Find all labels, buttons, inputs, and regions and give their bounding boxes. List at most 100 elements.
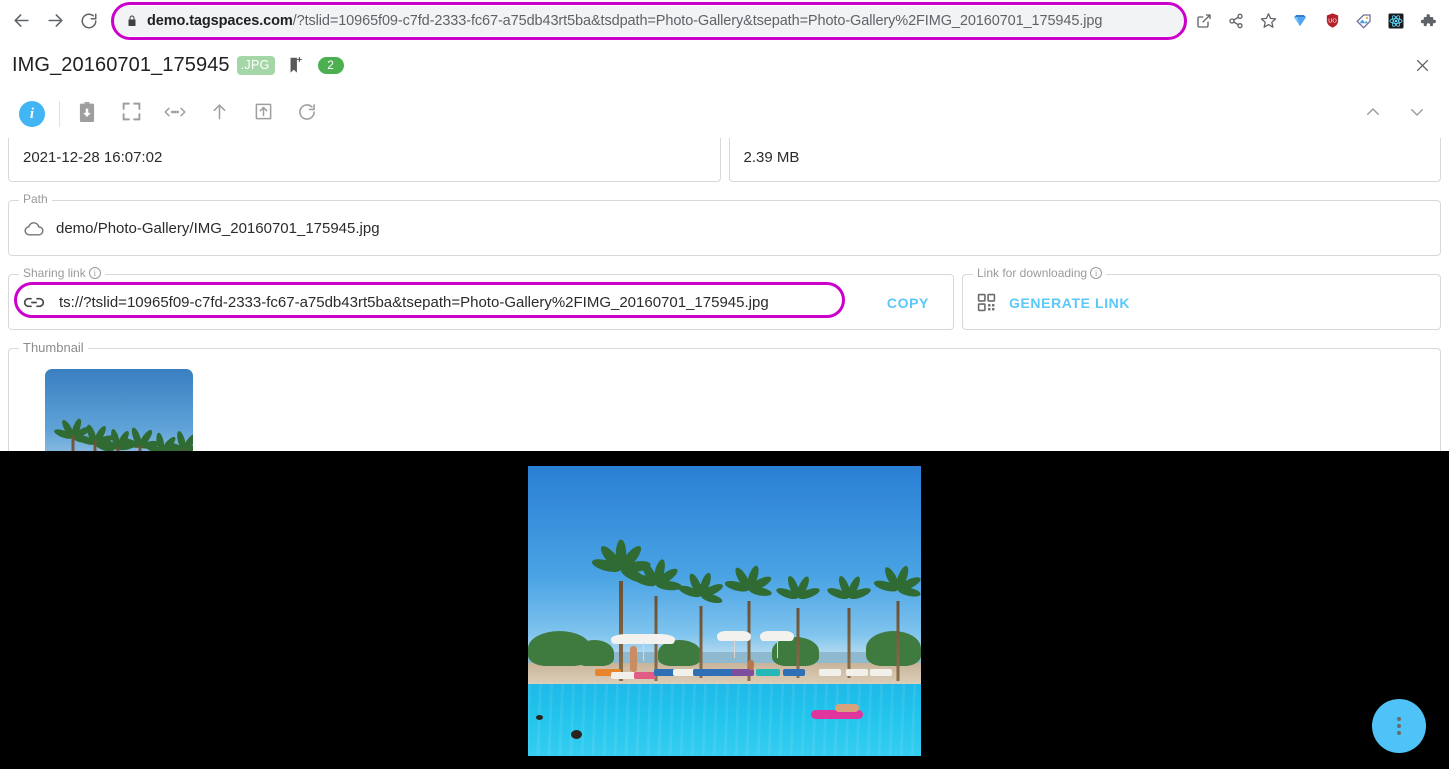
path-legend: Path xyxy=(19,193,52,205)
thumbnail-scene xyxy=(45,369,193,451)
three-dots-vertical-icon xyxy=(1397,717,1401,735)
download-link-legend-text: Link for downloading xyxy=(977,266,1088,280)
more-options-fab[interactable] xyxy=(1372,699,1426,753)
bookmark-star-icon[interactable] xyxy=(1252,5,1284,37)
previous-file-button[interactable] xyxy=(1351,94,1395,134)
photo-scene xyxy=(528,466,921,756)
forward-button[interactable] xyxy=(38,4,72,38)
file-properties-panel: 2021-12-28 16:07:02 2.39 MB Path demo/Ph… xyxy=(0,138,1449,451)
modified-date-field[interactable]: 2021-12-28 16:07:02 xyxy=(8,138,721,182)
close-icon[interactable] xyxy=(1407,50,1437,80)
file-properties-info-button[interactable]: i xyxy=(10,94,54,134)
url-domain: demo.tagspaces.com xyxy=(147,12,293,29)
add-bookmark-icon[interactable] xyxy=(287,56,304,75)
lock-icon xyxy=(126,14,138,28)
download-link-legend: Link for downloading i xyxy=(973,266,1107,280)
palm-tree xyxy=(825,575,872,678)
info-outline-icon[interactable]: i xyxy=(1090,267,1103,279)
file-size-value: 2.39 MB xyxy=(743,148,800,166)
path-row: Path demo/Photo-Gallery/IMG_20160701_175… xyxy=(0,193,1449,256)
open-external-box-icon xyxy=(254,102,273,126)
file-extension-badge: .JPG xyxy=(236,55,275,75)
reload-file-button[interactable] xyxy=(285,94,329,134)
open-parent-folder-button[interactable] xyxy=(197,94,241,134)
thumbnail-image[interactable] xyxy=(45,369,193,451)
next-file-button[interactable] xyxy=(1395,94,1439,134)
expand-fullscreen-icon xyxy=(121,101,142,127)
path-value: demo/Photo-Gallery/IMG_20160701_175945.j… xyxy=(56,220,380,237)
file-size-field[interactable]: 2.39 MB xyxy=(728,138,1441,182)
reload-circular-arrow-icon xyxy=(297,102,317,127)
sun-lounger xyxy=(693,669,716,676)
tag-count-chip[interactable]: 2 xyxy=(317,56,348,74)
qr-code-icon xyxy=(977,293,996,312)
person-swimming xyxy=(571,729,583,739)
file-toolbar: i xyxy=(0,90,1449,138)
palm-tree xyxy=(630,558,683,681)
sharing-link-legend-text: Sharing link xyxy=(23,266,86,280)
person-on-float xyxy=(834,703,859,712)
svg-text:UO: UO xyxy=(1328,18,1337,24)
browser-toolbar: demo.tagspaces.com/?tslid=10965f09-c7fd-… xyxy=(0,0,1449,41)
reload-icon xyxy=(80,12,98,30)
palm-tree xyxy=(677,571,725,678)
gem-extension-icon[interactable] xyxy=(1284,5,1316,37)
share-icon[interactable] xyxy=(1220,5,1252,37)
open-in-new-icon[interactable] xyxy=(1188,5,1220,37)
sun-lounger xyxy=(818,669,841,676)
fullscreen-button[interactable] xyxy=(109,94,153,134)
tag-count-label: 2 xyxy=(327,58,334,72)
sun-lounger xyxy=(783,669,806,676)
sun-lounger xyxy=(732,669,755,676)
puzzle-extensions-icon[interactable] xyxy=(1412,5,1444,37)
sun-umbrella xyxy=(716,631,751,659)
sun-lounger xyxy=(634,671,657,679)
person-standing xyxy=(630,645,638,672)
shield-blocker-extension-icon[interactable]: UO xyxy=(1316,5,1348,37)
forward-arrow-icon xyxy=(46,11,65,30)
back-button[interactable] xyxy=(4,4,38,38)
sharing-link-input-wrap: ts://?tslid=10965f09-c7fd-2333-fc67-a75d… xyxy=(14,281,939,318)
links-row: Sharing link i ts://?tslid=10965f09-c7fd… xyxy=(0,267,1449,330)
tag-extension-icon[interactable] xyxy=(1348,5,1380,37)
chevron-down-icon xyxy=(1408,103,1426,126)
save-file-button[interactable] xyxy=(65,94,109,134)
side-panel-icon[interactable] xyxy=(1444,5,1449,37)
thumbnail-legend: Thumbnail xyxy=(19,341,88,354)
page-title: IMG_20160701_175945 xyxy=(12,53,230,76)
address-bar[interactable]: demo.tagspaces.com/?tslid=10965f09-c7fd-… xyxy=(111,1,1187,40)
open-properties-button[interactable] xyxy=(153,94,197,134)
toolbar-divider xyxy=(59,101,60,127)
pool-water xyxy=(528,683,921,756)
cloud-icon xyxy=(23,221,45,237)
code-angle-brackets-icon xyxy=(163,104,187,125)
react-devtools-extension-icon[interactable] xyxy=(1380,5,1412,37)
chevron-up-icon xyxy=(1364,103,1382,126)
save-clipboard-icon xyxy=(77,101,97,128)
sun-lounger xyxy=(846,669,869,676)
sharing-link-field[interactable]: Sharing link i ts://?tslid=10965f09-c7fd… xyxy=(8,267,954,330)
sun-lounger xyxy=(869,669,892,676)
file-header: IMG_20160701_175945 .JPG 2 xyxy=(0,41,1449,89)
sun-umbrella xyxy=(759,631,794,659)
back-arrow-icon xyxy=(12,11,31,30)
sharing-link-legend: Sharing link i xyxy=(19,267,105,279)
arrow-up-icon xyxy=(210,101,229,127)
main-photo[interactable] xyxy=(528,466,921,756)
modified-date-value: 2021-12-28 16:07:02 xyxy=(23,148,163,166)
browser-action-icons: UO xyxy=(1188,5,1449,37)
path-field[interactable]: Path demo/Photo-Gallery/IMG_20160701_175… xyxy=(8,193,1441,256)
sun-lounger xyxy=(755,669,780,676)
info-circle-icon: i xyxy=(19,101,45,127)
sun-umbrella xyxy=(610,634,675,662)
open-natively-button[interactable] xyxy=(241,94,285,134)
thumbnail-field: Thumbnail xyxy=(8,341,1441,451)
generate-download-link-button[interactable]: GENERATE LINK xyxy=(1009,295,1130,311)
download-link-field[interactable]: Link for downloading i GENERATE LINK xyxy=(962,267,1441,330)
info-outline-icon[interactable]: i xyxy=(88,267,101,279)
reload-button[interactable] xyxy=(72,4,106,38)
copy-sharing-link-button[interactable]: COPY xyxy=(877,291,939,315)
sun-lounger xyxy=(610,671,635,679)
address-bar-url: demo.tagspaces.com/?tslid=10965f09-c7fd-… xyxy=(147,13,1102,29)
sharing-link-value: ts://?tslid=10965f09-c7fd-2333-fc67-a75d… xyxy=(59,294,769,311)
